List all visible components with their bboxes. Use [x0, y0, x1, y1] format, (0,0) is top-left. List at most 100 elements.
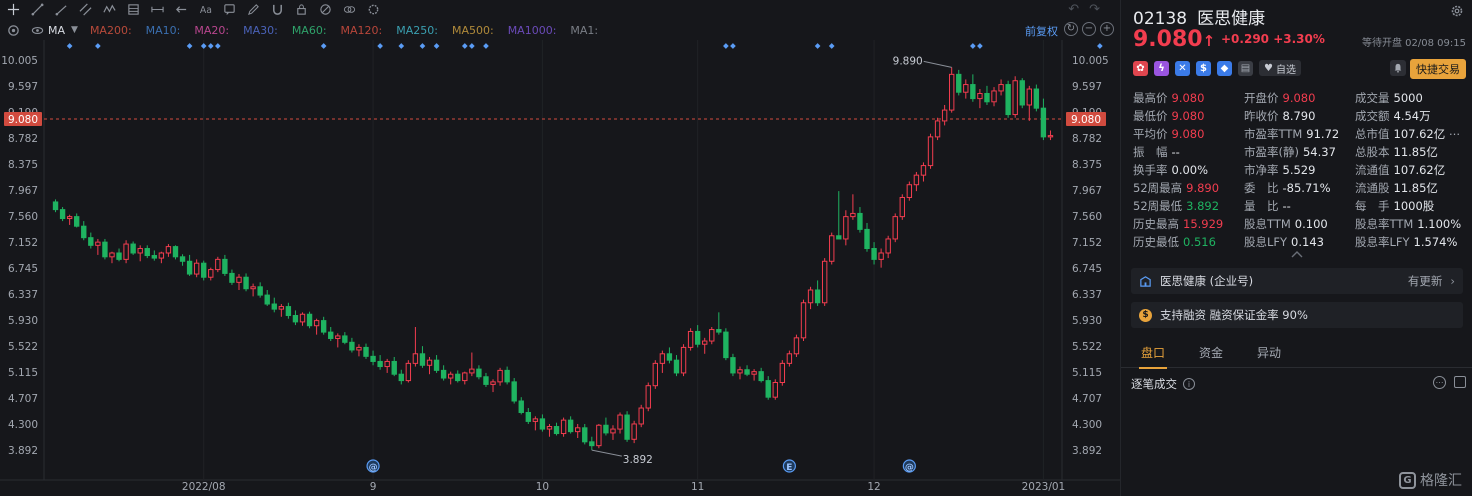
candle-body[interactable]	[342, 335, 348, 343]
candle-body[interactable]	[864, 228, 870, 250]
zoom-out-icon[interactable]: −	[1082, 22, 1096, 36]
candle-body[interactable]	[66, 216, 73, 220]
candle-body[interactable]	[504, 369, 510, 383]
candle-body[interactable]	[758, 371, 764, 382]
candle-body[interactable]	[426, 359, 433, 366]
more-icon[interactable]: ⋯	[1433, 376, 1446, 389]
candle-body[interactable]	[271, 303, 277, 310]
candle-body[interactable]	[412, 353, 419, 364]
candle-body[interactable]	[1033, 88, 1040, 109]
candle-body[interactable]	[702, 340, 708, 345]
gear-icon[interactable]	[1450, 4, 1464, 18]
line-icon[interactable]	[26, 2, 48, 16]
candle-body[interactable]	[751, 371, 757, 375]
candle-body[interactable]	[151, 255, 158, 259]
candlestick-chart[interactable]: 10.00510.0059.5979.5979.1909.1908.7828.7…	[0, 0, 1120, 496]
candle-body[interactable]	[349, 341, 355, 351]
bell-icon[interactable]	[1390, 60, 1406, 76]
candle-body[interactable]	[793, 337, 800, 355]
lightning-icon[interactable]: ϟ	[1154, 60, 1169, 76]
candle-body[interactable]	[398, 373, 404, 382]
candle-body[interactable]	[779, 362, 786, 384]
candle-body[interactable]	[158, 252, 165, 259]
candle-body[interactable]	[1026, 88, 1032, 106]
candle-body[interactable]	[631, 423, 637, 440]
text-icon[interactable]: Aa	[194, 2, 216, 16]
connect-icon[interactable]: ✕	[1175, 60, 1190, 76]
ma-item-5[interactable]: MA120:	[341, 24, 383, 37]
candle-body[interactable]	[193, 262, 200, 275]
candle-body[interactable]	[603, 424, 609, 434]
candle-body[interactable]	[624, 414, 630, 440]
candle-body[interactable]	[680, 346, 687, 374]
undo-redo[interactable]: ↶↷	[1068, 2, 1110, 17]
chevron-down-icon[interactable]: ▼	[71, 25, 78, 35]
ma-item-2[interactable]: MA20:	[194, 24, 229, 37]
candle-body[interactable]	[920, 165, 927, 176]
lock-icon[interactable]	[290, 2, 312, 16]
candle-body[interactable]	[963, 84, 969, 93]
candle-body[interactable]	[617, 414, 623, 430]
candle-body[interactable]	[518, 400, 524, 413]
candle-body[interactable]	[1012, 80, 1018, 116]
crosshair-icon[interactable]	[2, 2, 24, 16]
candle-body[interactable]	[511, 381, 517, 402]
candle-body[interactable]	[525, 411, 531, 422]
tag-icon[interactable]: ◆	[1217, 60, 1232, 76]
candle-body[interactable]	[257, 286, 263, 296]
ma-item-8[interactable]: MA1000:	[508, 24, 557, 37]
candle-body[interactable]	[1005, 84, 1011, 116]
candle-body[interactable]	[723, 331, 729, 359]
candle-body[interactable]	[370, 355, 376, 362]
candle-body[interactable]	[433, 359, 440, 371]
candle-body[interactable]	[821, 260, 828, 304]
candle-body[interactable]	[52, 201, 59, 211]
ma-item-3[interactable]: MA30:	[243, 24, 278, 37]
candle-body[interactable]	[673, 359, 680, 374]
candle-body[interactable]	[560, 419, 567, 435]
candle-body[interactable]	[532, 418, 539, 422]
candle-body[interactable]	[772, 382, 778, 398]
company-account-row[interactable]: 医思健康 (企业号) 有更新 ›	[1131, 268, 1463, 294]
more-icon[interactable]: ⋯	[1445, 127, 1461, 141]
candle-body[interactable]	[786, 353, 793, 364]
candle-body[interactable]	[250, 286, 256, 290]
candle-body[interactable]	[476, 368, 482, 378]
candle-body[interactable]	[652, 362, 659, 387]
document-icon[interactable]: ▤	[1238, 60, 1253, 76]
candle-body[interactable]	[391, 360, 397, 375]
tab-1[interactable]: 资金	[1179, 338, 1237, 368]
add-watchlist-button[interactable]: ♥ 自选	[1259, 60, 1301, 76]
candle-body[interactable]	[765, 380, 771, 398]
candle-body[interactable]	[666, 353, 673, 361]
candle-body[interactable]	[278, 306, 285, 310]
candle-body[interactable]	[469, 368, 475, 374]
candle-body[interactable]	[546, 426, 553, 430]
ma-item-7[interactable]: MA500:	[452, 24, 494, 37]
magnet-icon[interactable]	[266, 2, 288, 16]
candle-body[interactable]	[172, 246, 179, 258]
candle-body[interactable]	[998, 84, 1004, 92]
candle-body[interactable]	[483, 376, 489, 385]
chevron-up-icon[interactable]	[1291, 250, 1303, 258]
ma-item-9[interactable]: MA1:	[570, 24, 598, 37]
candle-body[interactable]	[956, 73, 962, 93]
candle-body[interactable]	[222, 258, 228, 274]
candle-body[interactable]	[596, 424, 602, 447]
candle-body[interactable]	[236, 276, 242, 283]
candle-body[interactable]	[991, 90, 997, 103]
candle-body[interactable]	[892, 216, 898, 240]
candle-body[interactable]	[137, 248, 143, 254]
candle-body[interactable]	[88, 237, 94, 246]
comment-icon[interactable]	[218, 2, 240, 16]
candle-body[interactable]	[81, 225, 87, 239]
candle-body[interactable]	[292, 315, 299, 323]
candle-body[interactable]	[306, 313, 313, 327]
wave-icon[interactable]	[98, 2, 120, 16]
candle-body[interactable]	[455, 373, 461, 382]
indicator-settings-icon[interactable]	[2, 23, 24, 37]
candle-body[interactable]	[899, 196, 905, 218]
candle-body[interactable]	[440, 369, 447, 379]
margin-row[interactable]: $ 支持融资 融资保证金率 90%	[1131, 302, 1463, 328]
candle-body[interactable]	[709, 329, 715, 342]
